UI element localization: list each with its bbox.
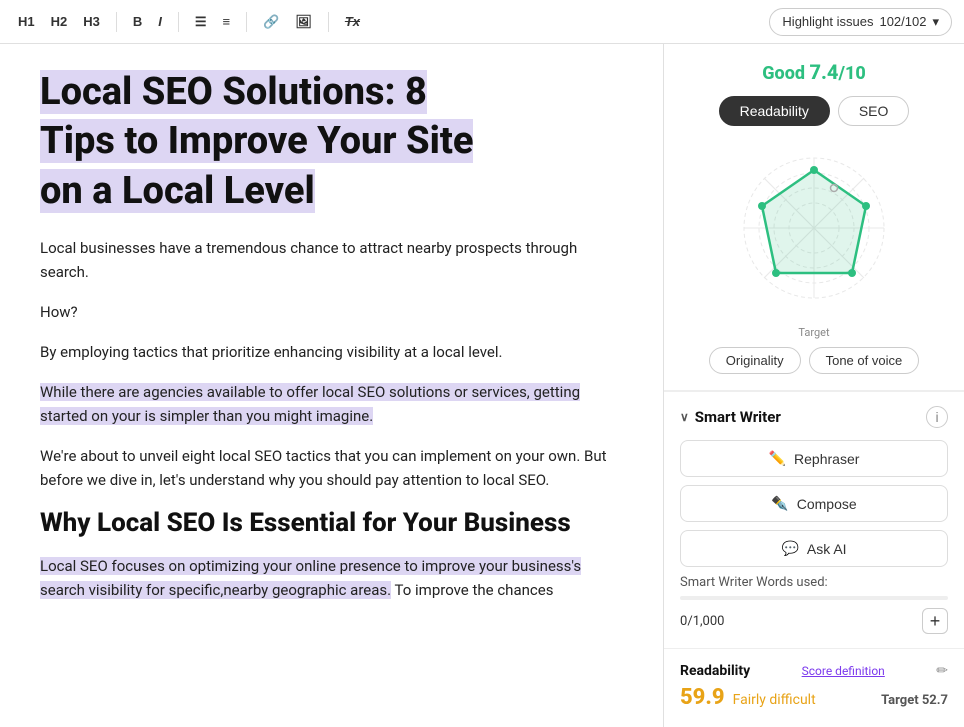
h2-button[interactable]: H2 (45, 10, 74, 33)
main-layout: Local SEO Solutions: 8 Tips to Improve Y… (0, 44, 964, 727)
readability-score-value: 59.9 (680, 685, 725, 710)
paragraph-6: Local SEO focuses on optimizing your onl… (40, 554, 623, 602)
highlight-issues-button[interactable]: Highlight issues 102/102 ▾ (769, 8, 952, 36)
title-highlight-1: Local SEO Solutions: 8 (40, 70, 427, 114)
smart-writer-label: Smart Writer (695, 408, 781, 426)
smart-writer-section: ∨ Smart Writer i ✏️ Rephraser ✒️ Compose… (664, 391, 964, 648)
score-value: 7.4 (809, 60, 838, 84)
chevron-down-icon: ▾ (932, 14, 939, 30)
readability-score-row: 59.9 Fairly difficult Target 52.7 (680, 685, 948, 710)
tab-seo[interactable]: SEO (838, 96, 910, 126)
rephraser-label: Rephraser (794, 451, 859, 467)
ask-ai-icon: 💬 (781, 540, 798, 557)
title-highlight-2: Tips to Improve Your Site (40, 119, 473, 163)
readability-target: Target 52.7 (881, 693, 948, 708)
compose-label: Compose (797, 496, 857, 512)
editor[interactable]: Local SEO Solutions: 8 Tips to Improve Y… (0, 44, 664, 727)
insert-group: 🔗 🖼 (257, 10, 318, 34)
chevron-down-icon: ∨ (680, 410, 689, 424)
readability-section: Readability Score definition ✏ 59.9 Fair… (664, 648, 964, 724)
compose-button[interactable]: ✒️ Compose (680, 485, 948, 522)
link-icon: 🔗 (263, 14, 279, 30)
toolbar: H1 H2 H3 B I ☰ ≡ 🔗 🖼 Tx Highlight issues… (0, 0, 964, 44)
image-button[interactable]: 🖼 (289, 10, 318, 34)
unordered-list-button[interactable]: ☰ (189, 10, 213, 34)
divider-4 (328, 12, 329, 32)
words-count: 0/1,000 (680, 614, 724, 629)
paragraph-4: While there are agencies available to of… (40, 380, 623, 428)
words-add-button[interactable]: + (922, 608, 948, 634)
divider-1 (116, 12, 117, 32)
divider-2 (178, 12, 179, 32)
score-definition-link[interactable]: Score definition (802, 664, 885, 678)
readability-target-value: 52.7 (922, 693, 948, 708)
smart-writer-title: ∨ Smart Writer (680, 408, 781, 426)
words-used-label: Smart Writer Words used: (680, 575, 948, 590)
h3-button[interactable]: H3 (77, 10, 106, 33)
score-suffix: /10 (838, 63, 865, 84)
smart-writer-header: ∨ Smart Writer i (680, 406, 948, 428)
words-total: 1,000 (693, 614, 725, 629)
sidebar: Good 7.4/10 Readability SEO (664, 44, 964, 727)
pill-row: Originality Tone of voice (709, 347, 919, 374)
radar-svg (724, 138, 904, 318)
score-prefix: Good (762, 63, 809, 84)
clear-format-icon: Tx (345, 14, 360, 29)
readability-seo-tabs: Readability SEO (719, 96, 910, 126)
words-current: 0 (680, 614, 687, 629)
compose-icon: ✒️ (771, 495, 788, 512)
list-icon: ☰ (195, 14, 207, 30)
bold-button[interactable]: B (127, 10, 148, 33)
originality-pill[interactable]: Originality (709, 347, 801, 374)
paragraph-3: By employing tactics that prioritize enh… (40, 340, 623, 364)
rephraser-button[interactable]: ✏️ Rephraser (680, 440, 948, 477)
image-icon: 🖼 (295, 14, 312, 30)
section-heading: Why Local SEO Is Essential for Your Busi… (40, 508, 623, 538)
highlight-label: Highlight issues (782, 14, 873, 29)
highlight-count: 102/102 (879, 14, 926, 29)
paragraph-2: How? (40, 300, 623, 324)
words-count-row: 0/1,000 + (680, 608, 948, 634)
sidebar-score-section: Good 7.4/10 Readability SEO (664, 44, 964, 391)
para6-rest: To improve the chances (395, 581, 554, 599)
rephraser-icon: ✏️ (769, 450, 786, 467)
radar-chart (724, 138, 904, 318)
tab-readability[interactable]: Readability (719, 96, 830, 126)
format-group: B I (127, 10, 168, 33)
para4-highlighted: While there are agencies available to of… (40, 383, 580, 425)
ordered-list-button[interactable]: ≡ (217, 10, 237, 33)
words-progress-bar (680, 596, 948, 600)
tone-of-voice-pill[interactable]: Tone of voice (809, 347, 920, 374)
readability-difficulty-label: Fairly difficult (733, 692, 816, 708)
clear-format-button[interactable]: Tx (339, 10, 366, 33)
article-title: Local SEO Solutions: 8 Tips to Improve Y… (40, 68, 623, 216)
list-group: ☰ ≡ (189, 10, 236, 34)
readability-target-label: Target (881, 693, 919, 708)
italic-button[interactable]: I (152, 10, 168, 33)
radar-target-label: Target (798, 326, 829, 339)
overall-score-label: Good 7.4/10 (762, 60, 865, 84)
heading-group: H1 H2 H3 (12, 10, 106, 33)
smart-writer-info-button[interactable]: i (926, 406, 948, 428)
paragraph-5: We're about to unveil eight local SEO ta… (40, 444, 623, 492)
ask-ai-label: Ask AI (807, 541, 847, 557)
readability-header: Readability Score definition ✏ (680, 663, 948, 679)
ordered-list-icon: ≡ (223, 14, 231, 29)
readability-title: Readability (680, 663, 750, 679)
paragraph-1: Local businesses have a tremendous chanc… (40, 236, 623, 284)
edit-icon: ✏ (936, 663, 948, 679)
link-button[interactable]: 🔗 (257, 10, 285, 34)
title-highlight-3: on a Local Level (40, 169, 315, 213)
divider-3 (246, 12, 247, 32)
ask-ai-button[interactable]: 💬 Ask AI (680, 530, 948, 567)
h1-button[interactable]: H1 (12, 10, 41, 33)
